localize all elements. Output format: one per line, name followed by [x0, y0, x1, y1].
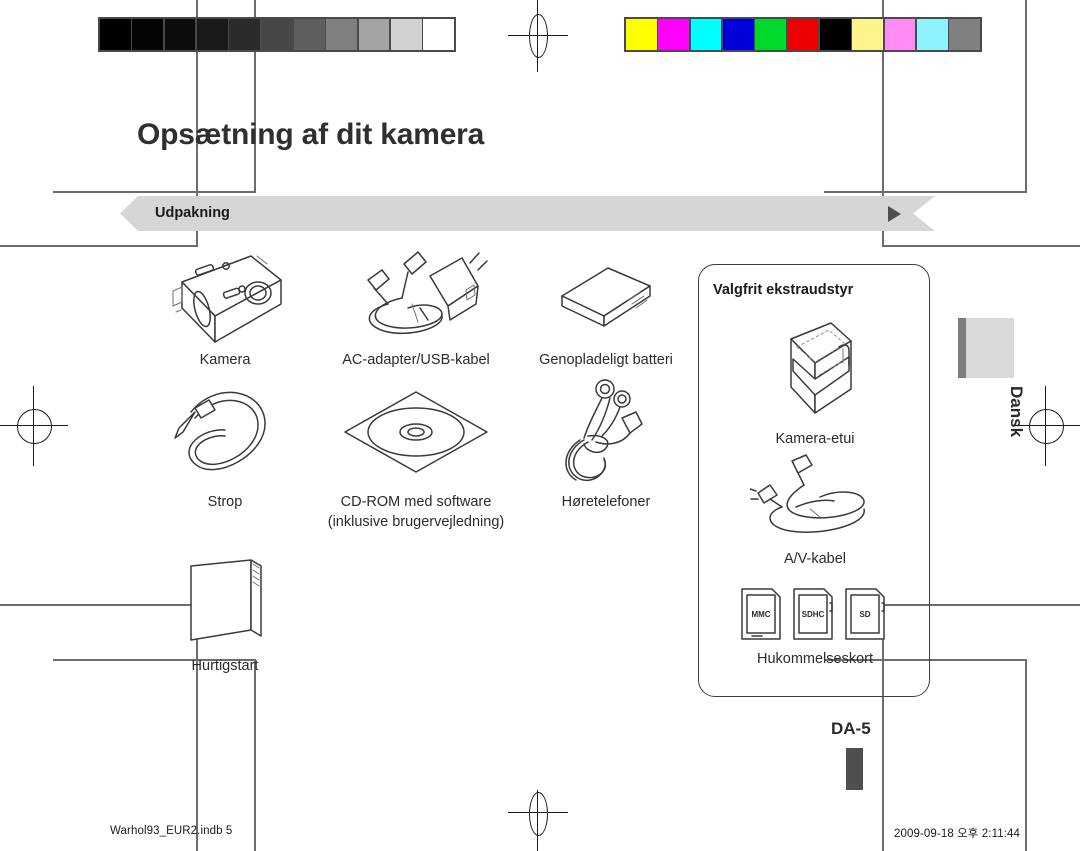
section-banner-label: Udpakning	[155, 205, 230, 221]
footer-timestamp: 2009-09-18 오후 2:11:44	[894, 828, 1020, 840]
optional-item-label: Kamera-etui	[775, 431, 855, 447]
color-swatch-9	[916, 19, 948, 50]
section-banner-background	[120, 196, 935, 231]
registration-target-bottom	[508, 790, 568, 851]
camera-icon	[163, 246, 288, 344]
grayscale-swatch-8	[358, 19, 390, 50]
page-title: Opsætning af dit kamera	[137, 118, 485, 151]
language-tab-label: Dansk	[1007, 386, 1026, 438]
optional-item-label: Hukommelseskort	[756, 651, 874, 667]
included-items-row: Strop CD-ROM med software (inklusive bru…	[130, 378, 700, 554]
grayscale-swatch-7	[326, 19, 357, 50]
optional-item-label: A/V-kabel	[783, 551, 847, 567]
registration-target-left	[0, 386, 68, 466]
item-label: Hurtigstart	[191, 658, 259, 674]
item-label: Genopladeligt batteri	[539, 352, 673, 368]
grayscale-calibration-strip	[98, 17, 456, 52]
included-items-row: Hurtigstart	[130, 554, 700, 684]
optional-item-memory-cards: MMC SDHC SD Hukommelseskort	[699, 585, 931, 670]
grayscale-swatch-4	[229, 19, 261, 50]
color-swatch-6	[819, 19, 851, 50]
item-cd-rom: CD-ROM med software (inklusive brugervej…	[320, 378, 512, 554]
item-ac-adapter-usb-cable: AC-adapter/USB-kabel	[320, 246, 512, 378]
included-items-row: Kamera AC-adapter/USB-kabel Genopladelig…	[130, 246, 700, 378]
item-quick-start-guide: Hurtigstart	[130, 554, 320, 684]
included-items-grid: Kamera AC-adapter/USB-kabel Genopladelig…	[130, 246, 700, 684]
footer-file-name: Warhol93_EUR2.indb 5	[110, 825, 233, 837]
color-swatch-3	[722, 19, 754, 50]
color-swatch-2	[690, 19, 722, 50]
item-label: AC-adapter/USB-kabel	[342, 352, 490, 368]
page-number-bar	[846, 748, 863, 790]
camera-case-icon	[769, 313, 861, 423]
item-strap: Strop	[130, 378, 320, 554]
optional-item-camera-case: Kamera-etui	[699, 313, 931, 450]
color-swatch-4	[755, 19, 787, 50]
grayscale-swatch-5	[261, 19, 293, 50]
color-swatch-1	[658, 19, 690, 50]
svg-text:MMC: MMC	[751, 610, 770, 619]
battery-icon	[550, 246, 662, 344]
item-label: Strop	[207, 494, 243, 510]
triangle-right-icon	[888, 206, 901, 222]
manual-page-scan: Opsætning af dit kamera Udpakning Kamera…	[0, 0, 1080, 851]
grayscale-swatch-3	[196, 19, 228, 50]
language-tab-edge	[958, 318, 966, 378]
color-swatch-10	[949, 19, 980, 50]
earphones-icon	[558, 378, 654, 486]
page-number: DA-5	[831, 719, 871, 738]
color-swatch-0	[626, 19, 657, 50]
optional-accessories-title: Valgfrit ekstraudstyr	[713, 282, 854, 298]
quick-start-guide-icon	[173, 554, 277, 650]
grayscale-swatch-0	[100, 19, 131, 50]
item-camera: Kamera	[130, 246, 320, 378]
color-swatch-8	[884, 19, 916, 50]
av-cable-icon	[750, 451, 880, 543]
language-tab-block	[958, 318, 1014, 378]
registration-target-top	[508, 0, 568, 72]
grayscale-swatch-9	[390, 19, 422, 50]
cd-rom-icon	[341, 378, 491, 486]
item-label: CD-ROM med software (inklusive brugervej…	[327, 494, 505, 530]
color-swatch-7	[852, 19, 883, 50]
section-banner: Udpakning	[120, 196, 935, 231]
item-earphones: Høretelefoner	[512, 378, 700, 554]
svg-text:SDHC: SDHC	[802, 610, 825, 619]
ac-adapter-usb-cable-icon	[344, 246, 489, 344]
grayscale-swatch-6	[293, 19, 325, 50]
memory-cards-icon: MMC SDHC SD	[738, 585, 892, 643]
svg-text:SD: SD	[859, 610, 870, 619]
wrist-strap-icon	[169, 378, 281, 486]
item-label: Høretelefoner	[561, 494, 651, 510]
optional-item-av-cable: A/V-kabel	[699, 451, 931, 570]
grayscale-swatch-1	[132, 19, 164, 50]
grayscale-swatch-2	[164, 19, 196, 50]
color-calibration-strip	[624, 17, 982, 52]
color-swatch-5	[787, 19, 819, 50]
item-battery: Genopladeligt batteri	[512, 246, 700, 378]
item-label: Kamera	[199, 352, 251, 368]
optional-accessories-box: Valgfrit ekstraudstyr Kamera-etui A/V-ka…	[698, 264, 930, 697]
grayscale-swatch-10	[423, 19, 454, 50]
